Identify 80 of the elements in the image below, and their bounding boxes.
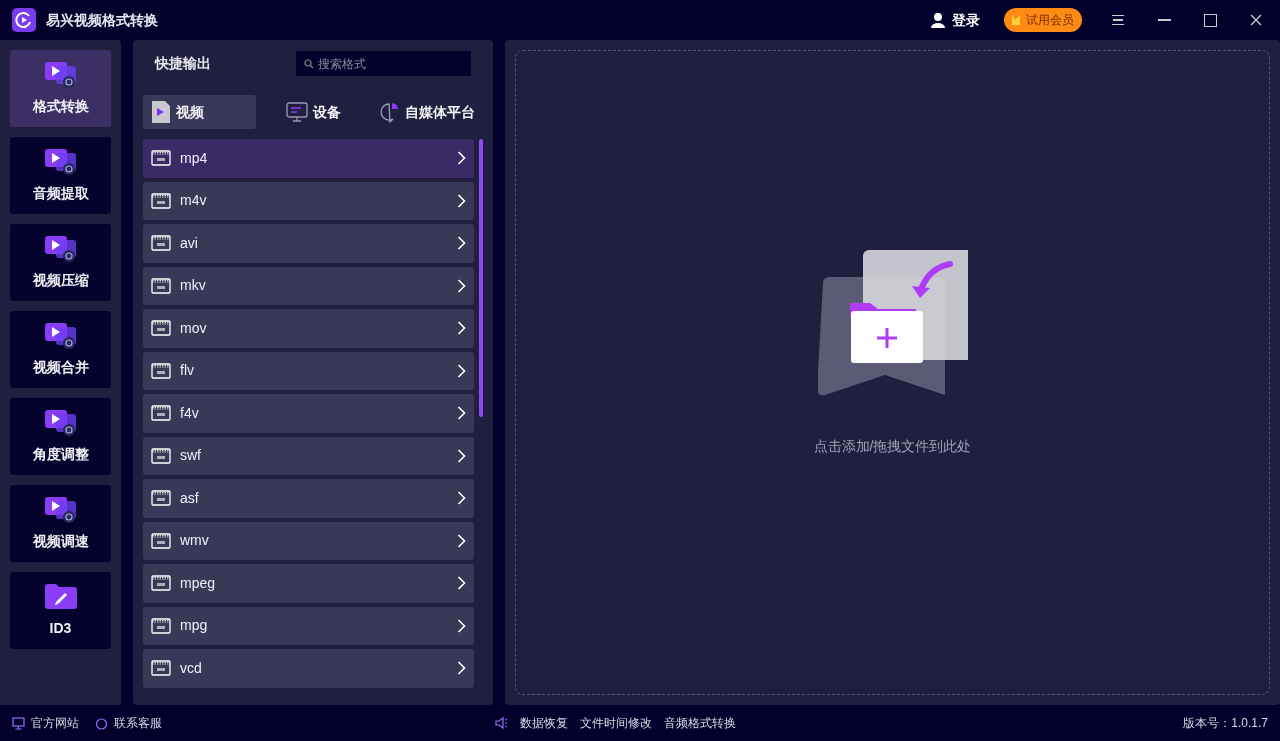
film-icon [151, 490, 171, 507]
film-icon [151, 575, 171, 592]
format-item[interactable]: avi [143, 224, 474, 263]
format-item[interactable]: mpeg [143, 564, 474, 603]
chevron-right-icon [457, 193, 466, 208]
category-tab[interactable]: 视频 [143, 95, 256, 129]
sidebar-item[interactable]: 视频调速 [10, 485, 111, 562]
chevron-right-icon [457, 533, 466, 548]
sidebar-item[interactable]: 角度调整 [10, 398, 111, 475]
chevron-right-icon [457, 278, 466, 293]
sidebar-item[interactable]: 视频合并 [10, 311, 111, 388]
document-play-icon [151, 100, 171, 124]
video-tool-icon [43, 234, 78, 264]
app-logo-icon [12, 8, 36, 32]
film-icon [151, 235, 171, 252]
film-icon [151, 447, 171, 464]
category-tab[interactable]: 自媒体平台 [370, 95, 483, 129]
monitor-icon [285, 101, 308, 123]
format-item[interactable]: asf [143, 479, 474, 518]
film-icon [151, 362, 171, 379]
panel-title: 快捷输出 [155, 53, 211, 73]
format-item[interactable]: mp4 [143, 139, 474, 178]
format-item[interactable]: mpg [143, 606, 474, 645]
format-item[interactable]: flv [143, 351, 474, 390]
chevron-right-icon [457, 406, 466, 421]
chevron-right-icon [457, 448, 466, 463]
sidebar-item[interactable]: 格式转换 [10, 50, 111, 127]
drop-hint: 点击添加/拖拽文件到此处 [813, 437, 972, 456]
tool-link[interactable]: 文件时间修改 [580, 714, 652, 732]
chevron-right-icon [457, 576, 466, 591]
film-icon [151, 320, 171, 337]
crown-icon [1012, 15, 1020, 25]
version-label: 版本号：1.0.1.7 [1183, 715, 1268, 732]
monitor-icon [12, 716, 25, 730]
video-tool-icon [43, 321, 78, 351]
speaker-icon [494, 716, 508, 730]
chevron-right-icon [457, 363, 466, 378]
window-title: 易兴视频格式转换 [46, 10, 158, 30]
website-link[interactable]: 官方网站 [12, 714, 79, 732]
search-field[interactable]: 搜索格式 [296, 51, 471, 76]
format-item[interactable]: swf [143, 436, 474, 475]
vip-trial-button[interactable]: 试用会员 [1004, 8, 1082, 32]
format-item[interactable]: mov [143, 309, 474, 348]
chevron-right-icon [457, 321, 466, 336]
tool-link[interactable]: 音频格式转换 [664, 714, 736, 732]
close-icon [1250, 14, 1262, 26]
login-button[interactable]: 登录 [930, 9, 980, 31]
folder-pencil-icon [43, 582, 78, 612]
video-tool-icon [43, 408, 78, 438]
video-tool-icon [43, 147, 78, 177]
video-tool-icon [43, 60, 78, 90]
film-icon [151, 660, 171, 677]
film-icon [151, 192, 171, 209]
film-icon [151, 277, 171, 294]
chevron-right-icon [457, 151, 466, 166]
category-tab[interactable]: 设备 [277, 95, 349, 129]
support-link[interactable]: 联系客服 [95, 714, 162, 732]
scrollbar-thumb[interactable] [479, 139, 483, 417]
tool-link[interactable]: 数据恢复 [520, 714, 568, 732]
sidebar-item[interactable]: ID3 [10, 572, 111, 649]
chevron-right-icon [457, 236, 466, 251]
user-icon [930, 12, 946, 28]
video-tool-icon [43, 495, 78, 525]
format-item[interactable]: vcd [143, 649, 474, 688]
sidebar-item[interactable]: 视频压缩 [10, 224, 111, 301]
film-icon [151, 405, 171, 422]
chevron-right-icon [457, 491, 466, 506]
chat-pie-icon [378, 101, 400, 123]
format-item[interactable]: f4v [143, 394, 474, 433]
film-icon [151, 150, 171, 167]
format-item[interactable]: wmv [143, 521, 474, 560]
format-item[interactable]: mkv [143, 266, 474, 305]
chevron-right-icon [457, 618, 466, 633]
film-icon [151, 532, 171, 549]
chevron-right-icon [457, 661, 466, 676]
drop-zone[interactable]: 点击添加/拖拽文件到此处 [505, 40, 1280, 705]
sidebar-item[interactable]: 音频提取 [10, 137, 111, 214]
film-icon [151, 617, 171, 634]
search-icon [304, 58, 314, 69]
format-item[interactable]: m4v [143, 181, 474, 220]
